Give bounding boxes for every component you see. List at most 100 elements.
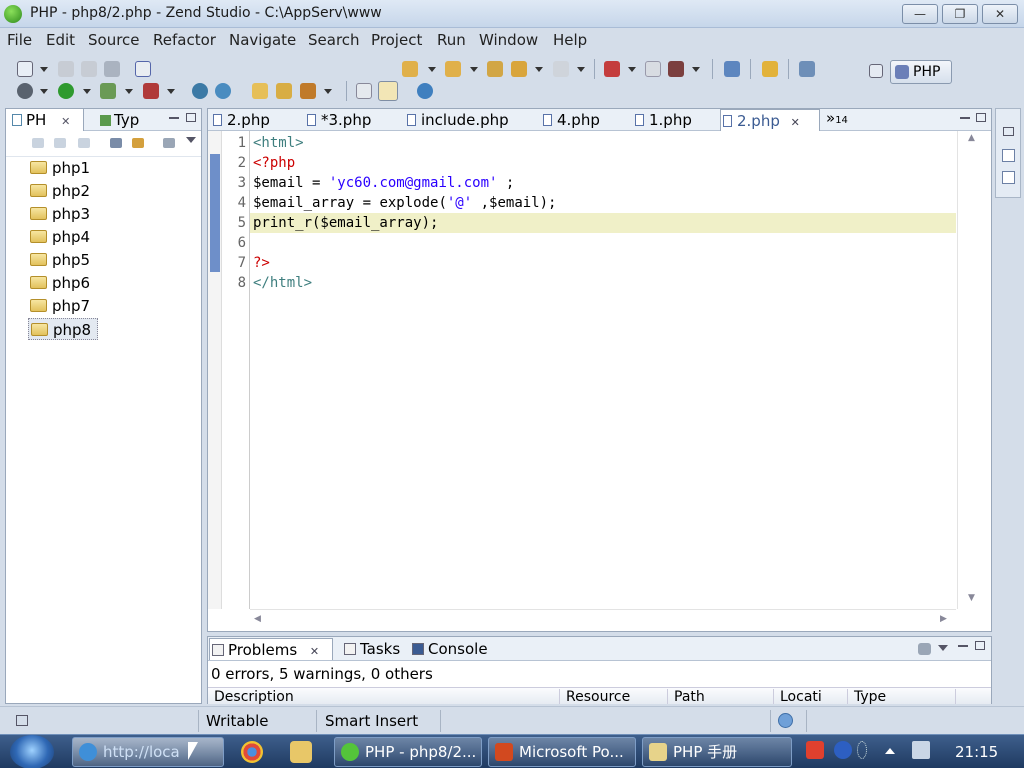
code-line[interactable]: print_r($email_array); xyxy=(250,213,956,233)
forward-icon[interactable] xyxy=(553,61,569,77)
project-php1[interactable]: php1 xyxy=(28,157,98,179)
back-dropdown-icon[interactable] xyxy=(535,67,543,72)
panel-minimize-icon[interactable] xyxy=(169,117,179,119)
tab-tasks[interactable]: Tasks xyxy=(342,638,406,660)
code-line[interactable]: $email_array = explode('@' ,$email); xyxy=(250,193,956,213)
wand-icon[interactable] xyxy=(300,83,316,99)
collapse-all-icon[interactable] xyxy=(110,138,122,148)
close-tab-icon[interactable]: ✕ xyxy=(310,645,319,658)
taskbar-php-manual-window[interactable]: PHP 手册 xyxy=(642,737,792,767)
code-line[interactable]: $email = 'yc60.com@gmail.com' ; xyxy=(250,173,956,193)
pin-editor-icon[interactable] xyxy=(604,61,620,77)
open-project-icon[interactable] xyxy=(276,83,292,99)
scroll-up-icon[interactable]: ▲ xyxy=(968,133,975,143)
fast-view-icon[interactable] xyxy=(16,715,28,726)
debug-icon[interactable] xyxy=(17,83,33,99)
panel-maximize-icon[interactable] xyxy=(186,113,196,122)
code-line[interactable]: <?php xyxy=(250,153,956,173)
chrome-icon[interactable] xyxy=(241,741,263,763)
more-tabs-button[interactable]: »14 xyxy=(826,109,856,131)
wand-dropdown-icon[interactable] xyxy=(324,89,332,94)
back-icon[interactable] xyxy=(32,138,44,148)
help-tray-icon[interactable] xyxy=(834,741,852,759)
project-php3[interactable]: php3 xyxy=(28,203,98,225)
prev-annotation-icon[interactable] xyxy=(445,61,461,77)
pin-dropdown-icon[interactable] xyxy=(628,67,636,72)
forward-dropdown-icon[interactable] xyxy=(577,67,585,72)
code-line[interactable]: ?> xyxy=(250,253,956,273)
show-hidden-icons-chevron[interactable] xyxy=(885,748,895,754)
next-annotation-icon[interactable] xyxy=(402,61,418,77)
profile-dropdown-icon[interactable] xyxy=(125,89,133,94)
panel-maximize-icon[interactable] xyxy=(975,641,985,650)
deploy-dropdown-icon[interactable] xyxy=(692,67,700,72)
bookmark-icon[interactable] xyxy=(762,61,778,77)
chevron-down-icon[interactable] xyxy=(938,645,948,651)
tab-type-hierarchy[interactable]: Typ xyxy=(100,109,160,131)
menu-search[interactable]: Search xyxy=(308,31,360,49)
outline-icon[interactable] xyxy=(356,83,372,99)
restore-icon[interactable] xyxy=(1003,127,1014,136)
mark-occurrences-icon[interactable] xyxy=(378,81,398,101)
update-icon[interactable] xyxy=(778,713,793,728)
project-php7[interactable]: php7 xyxy=(28,295,98,317)
open-folder-icon[interactable] xyxy=(252,83,268,99)
debug-dropdown-icon[interactable] xyxy=(40,89,48,94)
menu-help[interactable]: Help xyxy=(553,31,587,49)
tab-problems[interactable]: Problems ✕ xyxy=(209,638,333,660)
start-button[interactable] xyxy=(10,735,54,768)
code-line[interactable]: </html> xyxy=(250,273,956,293)
next-annotation-dropdown-icon[interactable] xyxy=(428,67,436,72)
menu-project[interactable]: Project xyxy=(371,31,422,49)
volume-icon[interactable] xyxy=(912,741,930,759)
close-tab-icon[interactable]: ✕ xyxy=(791,116,800,129)
project-php6[interactable]: php6 xyxy=(28,272,98,294)
open-type-icon[interactable] xyxy=(799,61,815,77)
tab-php-explorer[interactable]: PH ✕ xyxy=(6,109,84,131)
open-perspective-icon[interactable] xyxy=(869,64,883,78)
chevron-down-icon[interactable] xyxy=(186,137,196,143)
forward-icon[interactable] xyxy=(54,138,66,148)
editor-maximize-icon[interactable] xyxy=(976,113,986,122)
up-icon[interactable] xyxy=(78,138,90,148)
menu-edit[interactable]: Edit xyxy=(46,31,75,49)
system-clock[interactable]: 21:15 xyxy=(955,743,998,761)
column-path[interactable]: Path xyxy=(668,689,774,704)
horizontal-scrollbar[interactable]: ◀ ▶ xyxy=(250,609,956,631)
column-description[interactable]: Description xyxy=(208,689,560,704)
tab-include-php[interactable]: include.php xyxy=(405,109,531,131)
menu-file[interactable]: File xyxy=(7,31,32,49)
menu-refactor[interactable]: Refactor xyxy=(153,31,216,49)
run-icon[interactable] xyxy=(58,83,74,99)
taskbar-powerpoint-window[interactable]: Microsoft Po... xyxy=(488,737,636,767)
php-perspective-button[interactable]: PHP xyxy=(890,60,952,84)
profile-icon[interactable] xyxy=(100,83,116,99)
editor-minimize-icon[interactable] xyxy=(960,117,970,119)
external-tools-icon[interactable] xyxy=(143,83,159,99)
tab-4-php[interactable]: 4.php xyxy=(541,109,625,131)
tab-2-php[interactable]: 2.php xyxy=(211,109,297,131)
browser-icon[interactable] xyxy=(215,83,231,99)
tab-3-php[interactable]: *3.php xyxy=(305,109,395,131)
scroll-down-icon[interactable]: ▼ xyxy=(968,593,975,603)
close-button[interactable]: ✕ xyxy=(982,4,1018,24)
tab-2-php-active[interactable]: 2.php ✕ xyxy=(720,109,820,131)
taskbar-zend-window[interactable]: PHP - php8/2... xyxy=(334,737,482,767)
scroll-right-icon[interactable]: ▶ xyxy=(940,614,947,624)
link-editor-icon[interactable] xyxy=(132,138,144,148)
new-php-file-icon[interactable] xyxy=(135,61,151,77)
menu-navigate[interactable]: Navigate xyxy=(229,31,296,49)
globe-icon[interactable] xyxy=(417,83,433,99)
column-type[interactable]: Type xyxy=(848,689,956,704)
maximize-button[interactable]: ❐ xyxy=(942,4,978,24)
column-location[interactable]: Locati xyxy=(774,689,848,704)
explorer-folder-icon[interactable] xyxy=(290,741,312,763)
code-text-area[interactable]: <html> <?php $email = 'yc60.com@gmail.com'… xyxy=(250,131,956,609)
blank-doc-icon[interactable] xyxy=(645,61,661,77)
tab-1-php[interactable]: 1.php xyxy=(633,109,717,131)
minimize-button[interactable]: — xyxy=(902,4,938,24)
project-php8[interactable]: php8 xyxy=(28,318,98,340)
back-icon[interactable] xyxy=(511,61,527,77)
tab-console[interactable]: Console xyxy=(410,638,494,660)
code-line[interactable] xyxy=(250,233,956,253)
